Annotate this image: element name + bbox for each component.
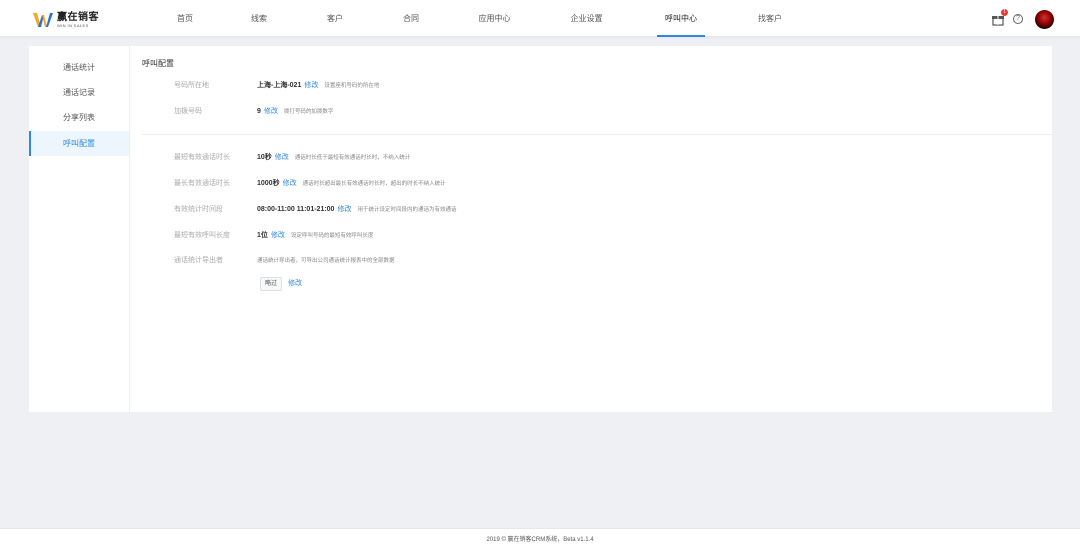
- footer: 2019 © 赢在销客CRM系统，Beta v1.1.4: [0, 528, 1080, 550]
- sidebar-item-share-list[interactable]: 分享列表: [29, 105, 129, 130]
- top-navigation-bar: 赢在销客 WIN IN SALES 首页 线索 客户 合同 应用中心 企业设置 …: [0, 0, 1080, 37]
- logo-name: 赢在销客: [57, 11, 99, 23]
- row-value: 1000秒: [257, 180, 280, 187]
- header-actions: 1 ?: [991, 9, 1054, 29]
- logo-text: 赢在销客 WIN IN SALES: [57, 11, 99, 28]
- edit-link[interactable]: 修改: [283, 180, 297, 187]
- footer-text: 2019 © 赢在销客CRM系统，Beta v1.1.4: [486, 537, 594, 543]
- avatar[interactable]: [1035, 9, 1054, 29]
- row-value: 9: [257, 108, 261, 115]
- row-label: 最短有效呼叫长度: [174, 232, 230, 239]
- nav-contracts[interactable]: 合同: [396, 0, 426, 37]
- main-panel: 通话统计 通话记录 分享列表 呼叫配置 呼叫配置 号码所在地 上海-上海-021…: [29, 46, 1052, 412]
- row-label: 通话统计导出者: [174, 257, 223, 264]
- row-hint: 通话统计导出者，可导出公司通话统计报表中的全部数据: [257, 258, 395, 264]
- row-hint: 通话时长超出最长有效通话时长时，超出的时长不纳入统计: [302, 181, 446, 187]
- help-icon[interactable]: ?: [1013, 14, 1023, 24]
- edit-link[interactable]: 修改: [337, 206, 351, 213]
- row-hint: 拨打号码的加拨数字: [283, 109, 334, 115]
- nav-home[interactable]: 首页: [170, 0, 200, 37]
- row-value: 上海-上海-021: [257, 82, 302, 89]
- row-value: 08:00-11:00 11:01-21:00: [257, 206, 335, 213]
- nav-call-center[interactable]: 呼叫中心: [657, 0, 705, 37]
- notification-badge: 1: [1001, 9, 1008, 16]
- row-value: 1位: [257, 232, 268, 239]
- edit-link[interactable]: 修改: [264, 108, 278, 115]
- sidebar-item-call-stats[interactable]: 通话统计: [29, 55, 129, 80]
- sidebar-item-call-records[interactable]: 通话记录: [29, 80, 129, 105]
- nav-find-customers[interactable]: 找客户: [752, 0, 788, 37]
- row-label: 最短有效通话时长: [174, 154, 230, 161]
- nav-app-center[interactable]: 应用中心: [472, 0, 517, 37]
- row-label: 最长有效通话时长: [174, 180, 230, 187]
- edit-link[interactable]: 修改: [271, 232, 285, 239]
- sidebar: 通话统计 通话记录 分享列表 呼叫配置: [29, 46, 130, 412]
- row-hint: 设置座机号码的所在地: [324, 83, 380, 89]
- row-hint: 通话时长低于最短有效通话时长时，不纳入统计: [294, 155, 411, 161]
- skip-button[interactable]: 略过: [260, 277, 282, 291]
- nav-customers[interactable]: 客户: [320, 0, 350, 37]
- edit-link[interactable]: 修改: [304, 82, 318, 89]
- gift-button[interactable]: 1: [991, 9, 1008, 26]
- logo-subtitle: WIN IN SALES: [57, 22, 89, 28]
- sidebar-item-call-config[interactable]: 呼叫配置: [29, 131, 129, 156]
- row-label: 加拨号码: [174, 108, 202, 115]
- page-title: 呼叫配置: [142, 59, 174, 68]
- divider: [142, 134, 1052, 135]
- logo[interactable]: 赢在销客 WIN IN SALES: [33, 11, 99, 29]
- logo-w-icon: [33, 13, 53, 27]
- row-hint: 用于统计设定时间段内的通话为有效通话: [357, 207, 457, 213]
- edit-link[interactable]: 修改: [275, 154, 289, 161]
- row-value: 10秒: [257, 154, 272, 161]
- exporter-edit-link[interactable]: 修改: [288, 278, 302, 290]
- config-content: 呼叫配置 号码所在地 上海-上海-021 修改 设置座机号码的所在地 加拨号码 9修…: [130, 46, 1052, 412]
- row-hint: 设定呼叫号码的最短有效呼叫长度: [290, 233, 374, 239]
- nav-enterprise-settings[interactable]: 企业设置: [564, 0, 609, 37]
- row-label: 号码所在地: [174, 82, 209, 89]
- row-label: 有效统计时间段: [174, 206, 223, 213]
- nav-leads[interactable]: 线索: [244, 0, 274, 37]
